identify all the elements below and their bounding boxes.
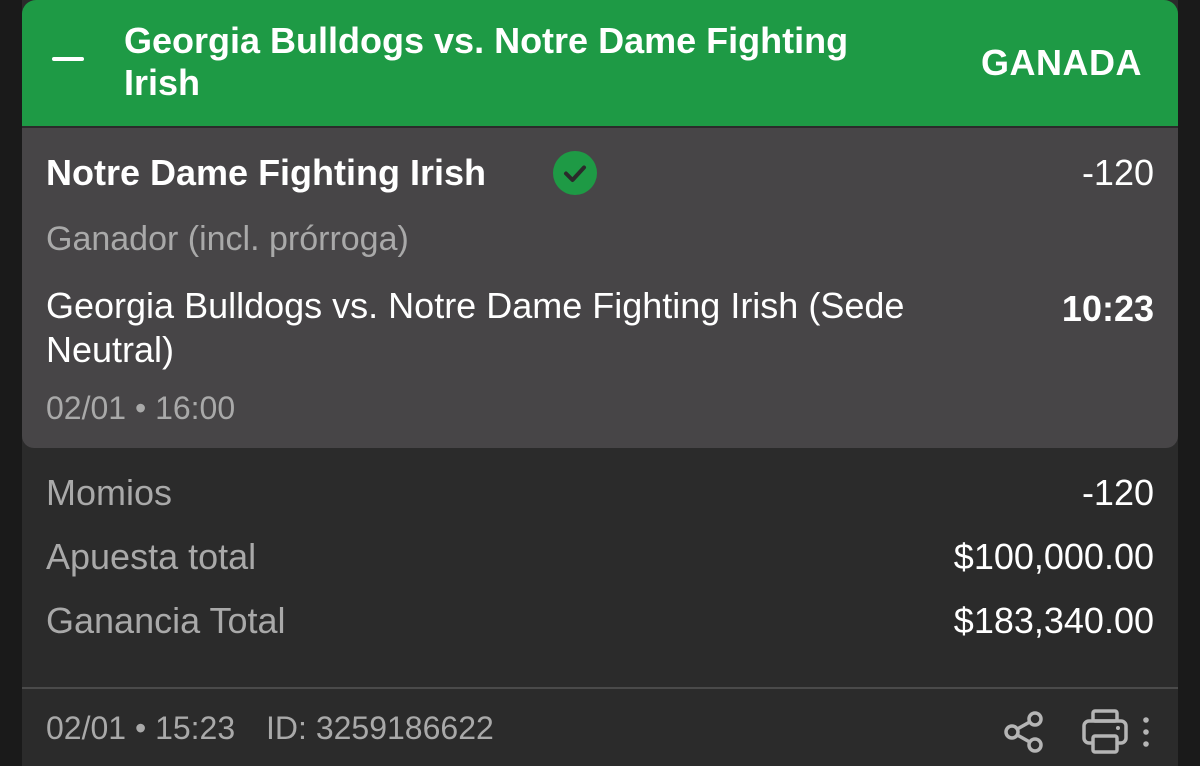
bet-header[interactable]: Georgia Bulldogs vs. Notre Dame Fighting… <box>22 0 1178 126</box>
selection-team: Notre Dame Fighting Irish <box>46 152 487 193</box>
stake-label: Apuesta total <box>46 536 257 577</box>
more-vertical-icon[interactable] <box>1136 712 1156 752</box>
payout-label: Ganancia Total <box>46 600 286 641</box>
event-name: Georgia Bulldogs vs. Notre Dame Fighting… <box>46 285 905 370</box>
placed-datetime: 02/01 • 15:23 <box>46 710 236 746</box>
share-icon[interactable] <box>1002 710 1046 754</box>
status-badge: GANADA <box>981 42 1142 83</box>
footer-info: 02/01 • 15:23 ID: 3259186622 <box>46 710 494 747</box>
bet-card: Georgia Bulldogs vs. Notre Dame Fighting… <box>22 0 1178 766</box>
event-date: 02/01 • 16:00 <box>46 390 236 426</box>
bet-id: ID: 3259186622 <box>266 710 494 746</box>
event-title: Georgia Bulldogs vs. Notre Dame Fighting… <box>124 20 849 103</box>
odds-label: Momios <box>46 472 173 513</box>
collapse-icon[interactable] <box>52 57 84 61</box>
print-icon[interactable] <box>1080 708 1130 756</box>
market-name: Ganador (incl. prórroga) <box>46 220 409 258</box>
selection-panel: Notre Dame Fighting Irish -120 Ganador (… <box>22 128 1178 448</box>
stake-value: $100,000.00 <box>953 536 1154 577</box>
payout-value: $183,340.00 <box>953 600 1154 641</box>
odds-value: -120 <box>1081 472 1154 513</box>
selection-odds: -120 <box>1081 152 1154 193</box>
footer-divider <box>22 687 1178 689</box>
check-circle-icon <box>553 151 597 195</box>
final-score: 10:23 <box>1061 288 1154 329</box>
